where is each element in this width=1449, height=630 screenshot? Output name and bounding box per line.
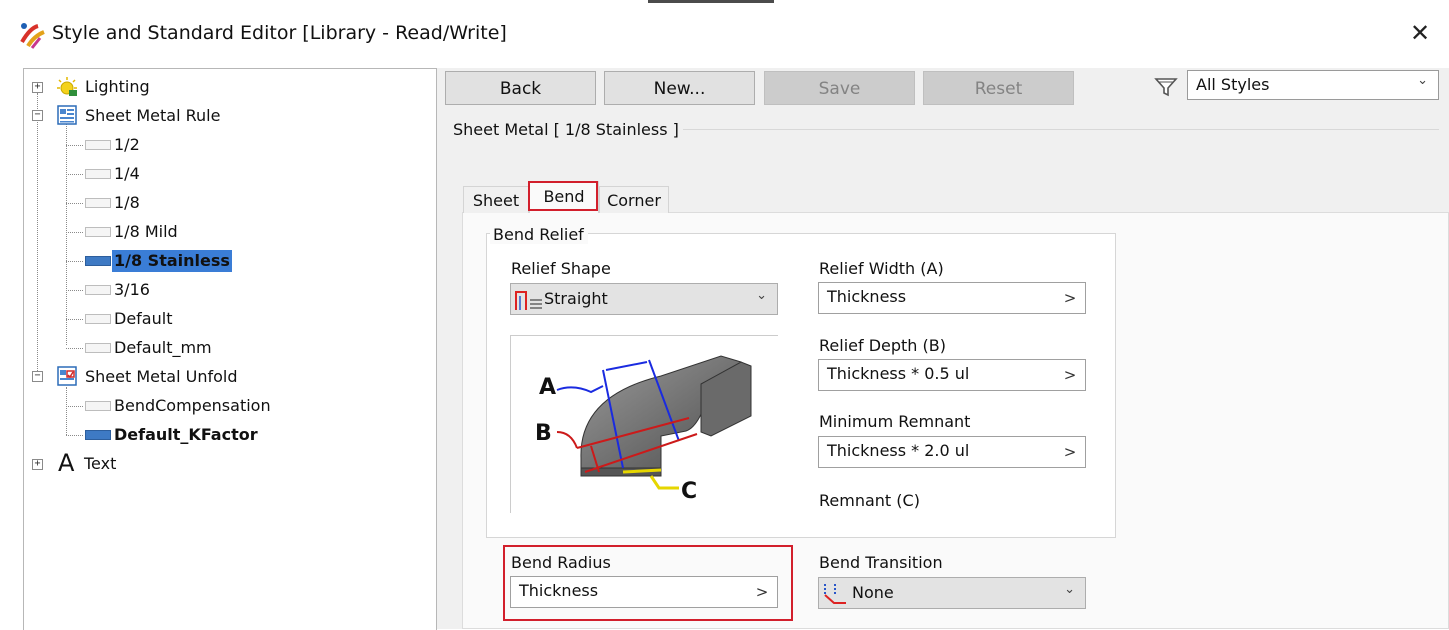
style-leaf-icon (85, 430, 111, 440)
tree-item-default[interactable]: Default (114, 309, 172, 328)
minimum-remnant-value: Thickness * 2.0 ul (827, 441, 970, 460)
tree-item-1-8[interactable]: 1/8 (114, 193, 140, 212)
style-tree-panel[interactable]: + Lighting − Sheet Metal Rule 1/2 1/4 1/… (23, 68, 437, 630)
new-style-button[interactable]: New... (604, 71, 755, 105)
bend-transition-value: None (852, 583, 894, 602)
tree-connector (66, 145, 83, 146)
relief-depth-value: Thickness * 0.5 ul (827, 364, 970, 383)
style-heading: Sheet Metal [ 1/8 Stainless ] (453, 120, 679, 139)
tree-item-3-16[interactable]: 3/16 (114, 280, 150, 299)
expand-lighting-button[interactable]: + (32, 82, 43, 93)
tree-connector (66, 232, 83, 233)
tab-sheet[interactable]: Sheet (463, 186, 529, 213)
close-button[interactable]: ✕ (1402, 18, 1438, 50)
tree-item-lighting[interactable]: Lighting (85, 77, 150, 96)
lighting-icon (54, 76, 80, 98)
top-accent-strip (648, 0, 774, 3)
tab-corner[interactable]: Corner (599, 186, 669, 213)
illustration-label-b: B (535, 421, 552, 446)
tree-item-sheet-metal-rule[interactable]: Sheet Metal Rule (85, 106, 220, 125)
tree-connector (37, 93, 38, 373)
bend-relief-group-title: Bend Relief (493, 225, 584, 244)
expand-text-button[interactable]: + (32, 459, 43, 470)
reset-button[interactable]: Reset (923, 71, 1074, 105)
tree-connector (66, 290, 83, 291)
filter-icon (1153, 76, 1179, 98)
style-leaf-icon (85, 256, 111, 266)
sheet-metal-unfold-icon (56, 365, 80, 387)
tree-connector (66, 319, 83, 320)
style-leaf-icon (85, 401, 111, 411)
save-button[interactable]: Save (764, 71, 915, 105)
remnant-label: Remnant (C) (819, 491, 920, 510)
tree-connector (66, 203, 83, 204)
collapse-sheet-metal-unfold-button[interactable]: − (32, 371, 43, 382)
style-filter-value: All Styles (1196, 75, 1270, 94)
style-leaf-icon (85, 285, 111, 295)
tree-connector (66, 121, 67, 345)
style-leaf-icon (85, 169, 111, 179)
minimum-remnant-field[interactable]: Thickness * 2.0 ul > (818, 436, 1086, 468)
relief-shape-dropdown[interactable]: Straight ⌄ (510, 283, 778, 315)
collapse-sheet-metal-rule-button[interactable]: − (32, 110, 43, 121)
style-leaf-icon (85, 198, 111, 208)
tree-connector (66, 261, 83, 262)
sheet-metal-rule-icon (56, 104, 80, 126)
illustration-label-a: A (539, 375, 556, 400)
style-leaf-icon (85, 343, 111, 353)
tree-item-default-kfactor[interactable]: Default_KFactor (114, 425, 258, 444)
bend-relief-illustration: A B C (510, 335, 778, 513)
tree-item-1-2[interactable]: 1/2 (114, 135, 140, 154)
relief-width-expand-button[interactable]: > (1055, 283, 1085, 313)
style-filter-dropdown[interactable]: All Styles ⌄ (1187, 70, 1439, 100)
back-button[interactable]: Back (445, 71, 596, 105)
text-icon: A (58, 449, 75, 477)
bend-transition-label: Bend Transition (819, 553, 943, 572)
window-title: Style and Standard Editor [Library - Rea… (52, 22, 507, 44)
tree-connector (66, 435, 83, 436)
minimum-remnant-expand-button[interactable]: > (1055, 437, 1085, 467)
tree-item-text[interactable]: Text (84, 454, 116, 473)
chevron-down-icon: ⌄ (756, 288, 767, 303)
relief-depth-expand-button[interactable]: > (1055, 360, 1085, 390)
illustration-label-c: C (681, 479, 697, 504)
bend-radius-highlight (503, 545, 793, 621)
style-leaf-icon (85, 227, 111, 237)
style-leaf-icon (85, 314, 111, 324)
bend-transition-dropdown[interactable]: None ⌄ (818, 577, 1086, 609)
relief-shape-value: Straight (544, 289, 608, 308)
relief-width-label: Relief Width (A) (819, 259, 944, 278)
relief-width-field[interactable]: Thickness > (818, 282, 1086, 314)
tree-item-sheet-metal-unfold[interactable]: Sheet Metal Unfold (85, 367, 237, 386)
chevron-down-icon: ⌄ (1417, 73, 1428, 88)
straight-relief-icon (514, 288, 544, 312)
tree-item-default-mm[interactable]: Default_mm (114, 338, 212, 357)
tree-connector (66, 387, 67, 435)
app-logo-icon (18, 20, 48, 50)
relief-depth-field[interactable]: Thickness * 0.5 ul > (818, 359, 1086, 391)
tree-item-1-8-stainless-selected[interactable]: 1/8 Stainless (112, 250, 232, 272)
bend-transition-icon (822, 581, 850, 607)
tree-connector (66, 348, 83, 349)
tree-connector (66, 406, 83, 407)
relief-shape-label: Relief Shape (511, 259, 611, 278)
style-leaf-icon (85, 140, 111, 150)
bend-tab-highlight (528, 181, 598, 211)
tree-item-1-8-mild[interactable]: 1/8 Mild (114, 222, 178, 241)
minimum-remnant-label: Minimum Remnant (819, 412, 971, 431)
chevron-down-icon: ⌄ (1064, 582, 1075, 597)
relief-depth-label: Relief Depth (B) (819, 336, 946, 355)
tree-item-1-4[interactable]: 1/4 (114, 164, 140, 183)
tree-connector (66, 174, 83, 175)
tree-item-bend-compensation[interactable]: BendCompensation (114, 396, 271, 415)
heading-separator (683, 129, 1439, 130)
left-edge (0, 70, 14, 629)
relief-width-value: Thickness (827, 287, 907, 306)
